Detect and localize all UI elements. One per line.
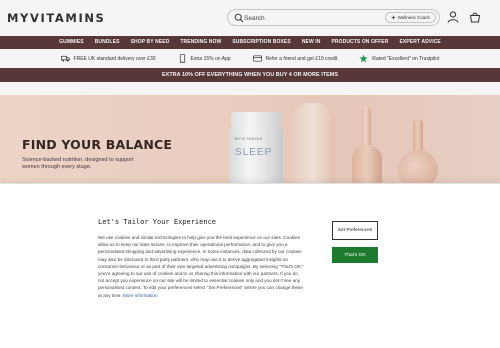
basket-icon[interactable] xyxy=(468,10,482,24)
cookie-body-text: We use cookies and similar technologies … xyxy=(98,235,303,298)
account-icon[interactable] xyxy=(446,10,460,24)
cookie-body: We use cookies and similar technologies … xyxy=(98,234,303,299)
sparkle-icon xyxy=(390,15,396,20)
product-jar: MYVITAMINS SLEEP xyxy=(229,128,283,185)
nav-item-shop-by-need[interactable]: SHOP BY NEED xyxy=(125,36,175,49)
usp-label: Rated "Excellent" on Trustpilot xyxy=(372,55,440,62)
hero-bottle xyxy=(398,150,438,185)
more-information-link[interactable]: More information xyxy=(123,293,157,298)
hero-bottle xyxy=(352,145,382,185)
set-preferences-button[interactable]: Set Preferences xyxy=(332,221,378,240)
card-icon xyxy=(252,55,262,62)
promo-banner[interactable]: EXTRA 10% OFF EVERYTHING WHEN YOU BUY 4 … xyxy=(0,68,500,82)
search-icon xyxy=(234,13,244,23)
star-icon xyxy=(359,54,368,63)
wellness-coach-button[interactable]: Wellness Coach xyxy=(384,12,436,23)
logo[interactable]: MYVITAMINS xyxy=(7,11,105,25)
wellness-coach-label: Wellness Coach xyxy=(397,14,430,20)
nav-item-expert-advice[interactable]: EXPERT ADVICE xyxy=(394,36,446,49)
jar-brand: MYVITAMINS xyxy=(235,137,263,141)
nav-item-subscription-boxes[interactable]: SUBSCRIPTION BOXES xyxy=(227,36,296,49)
accept-cookies-button[interactable]: That's OK xyxy=(332,247,378,263)
hero-title: FIND YOUR BALANCE xyxy=(22,137,173,152)
usp-label: Refer a friend and get £10 credit xyxy=(265,55,338,62)
truck-icon xyxy=(60,55,70,62)
hero-bottle-neck xyxy=(361,107,371,147)
usp-label: Extra 15% on App xyxy=(190,55,231,62)
cookie-consent-dialog: Let's Tailor Your Experience We use cook… xyxy=(0,183,500,348)
jar-label: SLEEP xyxy=(235,147,273,158)
usp-item-app[interactable]: Extra 15% on App xyxy=(178,54,231,63)
cookie-title: Let's Tailor Your Experience xyxy=(98,218,217,226)
phone-icon xyxy=(179,54,185,63)
usp-item-delivery[interactable]: FREE UK standard delivery over £30 xyxy=(60,54,156,63)
nav-item-trending-now[interactable]: TRENDING NOW xyxy=(175,36,227,49)
hero-subtitle: Science-backed nutrition, designed to su… xyxy=(22,157,134,170)
product-jar-lid xyxy=(231,112,281,128)
usp-label: FREE UK standard delivery over £30 xyxy=(73,55,156,62)
main-nav: GUMMIES BUNDLES SHOP BY NEED TRENDING NO… xyxy=(0,36,500,49)
hero-bottle-neck xyxy=(413,120,423,152)
search-input[interactable] xyxy=(244,12,384,24)
hero-glass-vase xyxy=(290,103,335,185)
usp-item-refer[interactable]: Refer a friend and get £10 credit xyxy=(252,54,338,63)
search-bar[interactable]: Wellness Coach xyxy=(227,9,440,26)
site-header: MYVITAMINS Wellness Coach xyxy=(0,0,500,36)
hero-banner[interactable]: MYVITAMINS SLEEP FIND YOUR BALANCE Scien… xyxy=(0,95,500,185)
nav-item-products-on-offer[interactable]: PRODUCTS ON OFFER xyxy=(326,36,394,49)
nav-item-gummies[interactable]: GUMMIES xyxy=(54,36,90,49)
nav-item-bundles[interactable]: BUNDLES xyxy=(89,36,125,49)
nav-item-new-in[interactable]: NEW IN xyxy=(296,36,326,49)
usp-bar: FREE UK standard delivery over £30 Extra… xyxy=(0,49,500,68)
usp-item-trustpilot[interactable]: Rated "Excellent" on Trustpilot xyxy=(359,54,439,63)
